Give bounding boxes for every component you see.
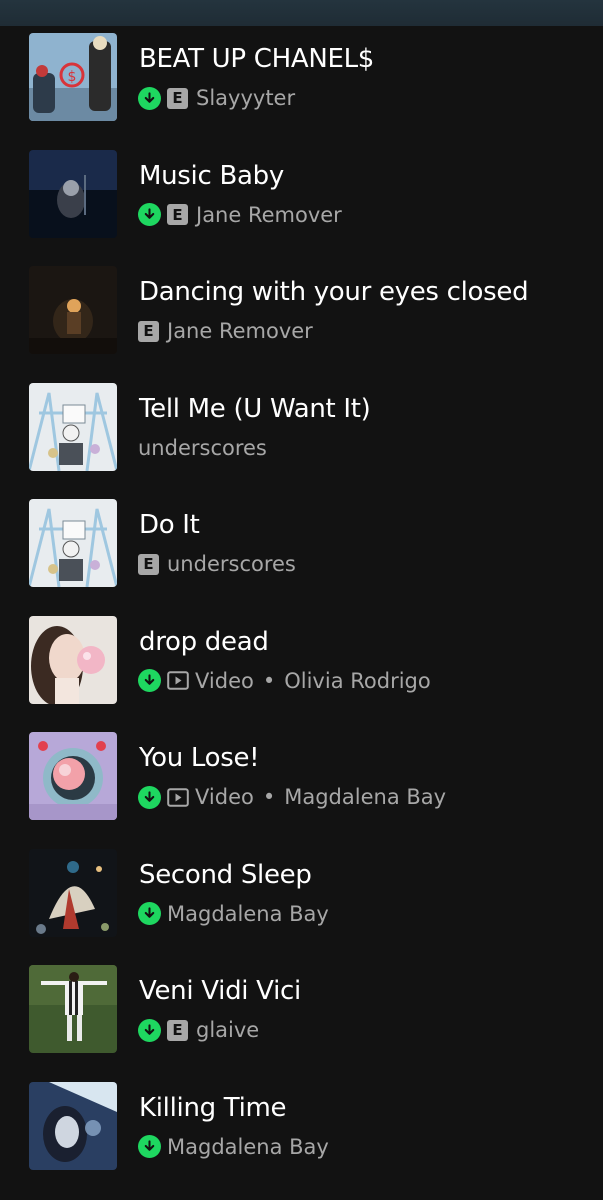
- track-artist: Olivia Rodrigo: [284, 668, 431, 693]
- album-art-underscores: [29, 499, 117, 587]
- track-meta: Magdalena Bay: [138, 901, 329, 927]
- track-artist: underscores: [138, 435, 267, 460]
- album-art-dancing: [29, 266, 117, 354]
- svg-text:$: $: [68, 69, 77, 85]
- explicit-badge: E: [167, 204, 188, 225]
- track-artist: Magdalena Bay: [284, 785, 447, 809]
- track-title: Do It: [139, 510, 200, 540]
- track-title: Veni Vidi Vici: [139, 976, 301, 1006]
- track-row[interactable]: Killing Time Magdalena Bay: [0, 1081, 603, 1199]
- track-meta: underscores: [138, 435, 267, 461]
- track-artist: Magdalena Bay: [167, 1134, 329, 1159]
- track-list: $ BEAT UP CHANEL$ E Slayyyter Music Baby E J…: [0, 33, 603, 1198]
- track-row[interactable]: Do It Eunderscores: [0, 499, 603, 616]
- track-meta: E Jane Remover: [138, 318, 313, 344]
- album-art-second-sleep: [29, 848, 117, 937]
- track-artist: glaive: [196, 1018, 260, 1042]
- track-meta: Video • Magdalena Bay: [138, 784, 446, 810]
- downloaded-icon: [138, 86, 161, 110]
- track-meta: E Slayyyter: [138, 85, 295, 111]
- track-artist: Slayyyter: [196, 86, 296, 110]
- downloaded-icon: [138, 203, 161, 226]
- explicit-badge: E: [167, 1019, 188, 1041]
- meta-separator: •: [262, 668, 276, 693]
- track-title: drop dead: [139, 626, 269, 657]
- track-row[interactable]: You Lose! Video • Magdalena Bay: [0, 732, 603, 849]
- track-row[interactable]: $ BEAT UP CHANEL$ E Slayyyter: [0, 33, 603, 150]
- track-title: You Lose!: [139, 743, 260, 773]
- downloaded-icon: [138, 1135, 161, 1158]
- track-row[interactable]: Veni Vidi Vici Eglaive: [0, 965, 603, 1082]
- track-artist: underscores: [167, 552, 296, 576]
- album-art-drop-dead: [29, 615, 117, 704]
- track-title: Killing Time: [139, 1092, 287, 1123]
- track-meta: E Jane Remover: [138, 202, 342, 228]
- video-label: Video: [195, 668, 254, 693]
- downloaded-icon: [138, 785, 161, 809]
- explicit-badge: E: [138, 320, 159, 342]
- top-bar: [0, 0, 603, 26]
- meta-separator: •: [262, 785, 276, 809]
- track-row[interactable]: Second Sleep Magdalena Bay: [0, 848, 603, 966]
- explicit-badge: E: [138, 553, 159, 575]
- album-art-killing-time: [29, 1081, 117, 1170]
- track-row[interactable]: Tell Me (U Want It) underscores: [0, 382, 603, 500]
- track-meta: Video • Olivia Rodrigo: [138, 668, 431, 694]
- track-row[interactable]: Music Baby E Jane Remover: [0, 149, 603, 267]
- track-title: Music Baby: [139, 160, 284, 191]
- album-art-music-baby: [29, 149, 117, 238]
- album-art-you-lose: [29, 732, 117, 820]
- track-title: BEAT UP CHANEL$: [139, 44, 375, 74]
- downloaded-icon: [138, 669, 161, 692]
- track-meta: Magdalena Bay: [138, 1134, 329, 1160]
- track-meta: Eglaive: [138, 1017, 259, 1043]
- video-icon: [167, 787, 189, 807]
- track-row[interactable]: Dancing with your eyes closed E Jane Remov…: [0, 266, 603, 383]
- track-title: Dancing with your eyes closed: [139, 277, 529, 307]
- track-title: Second Sleep: [139, 859, 312, 890]
- album-art-beat-up-chanel: $: [29, 33, 117, 121]
- track-artist: Jane Remover: [167, 319, 313, 343]
- video-icon: [167, 671, 189, 690]
- downloaded-icon: [138, 1018, 161, 1042]
- album-art-veni-vidi-vici: [29, 965, 117, 1053]
- downloaded-icon: [138, 902, 161, 925]
- album-art-underscores: [29, 382, 117, 471]
- explicit-badge: E: [167, 87, 188, 109]
- track-title: Tell Me (U Want It): [139, 393, 371, 424]
- track-row[interactable]: drop dead Video • Olivia Rodrigo: [0, 615, 603, 733]
- track-artist: Jane Remover: [196, 202, 342, 227]
- track-meta: Eunderscores: [138, 551, 296, 577]
- video-label: Video: [195, 785, 254, 809]
- track-artist: Magdalena Bay: [167, 901, 329, 926]
